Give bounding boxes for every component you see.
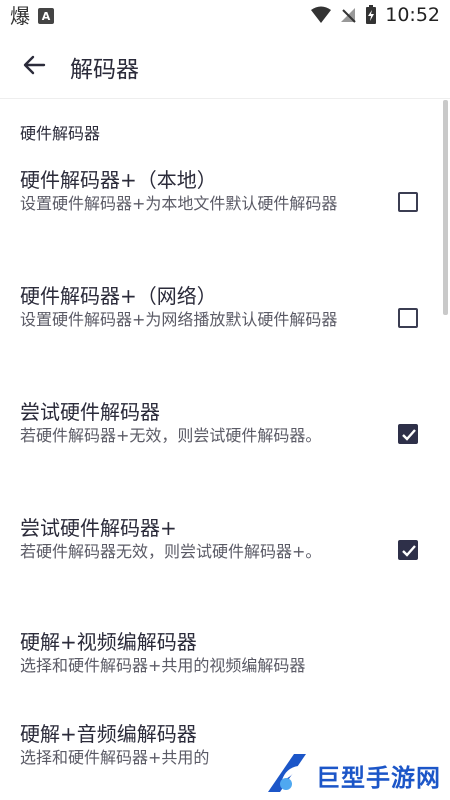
checkmark-icon	[402, 429, 416, 441]
checkbox-checked[interactable]	[398, 424, 418, 444]
a-notification-icon: A	[38, 8, 54, 24]
setting-title: 尝试硬件解码器	[20, 400, 160, 424]
checkbox-unchecked[interactable]	[398, 192, 418, 212]
setting-row-hw-plus-video-codecs[interactable]: 硬解+视频编解码器 选择和硬件解码器+共用的视频编解码器	[0, 622, 450, 692]
flame-notification-icon: 爆	[10, 4, 30, 28]
watermark-logo-icon	[268, 754, 306, 792]
setting-title: 硬件解码器+（网络）	[20, 284, 217, 308]
setting-row-hw-plus-network[interactable]: 硬件解码器+（网络） 设置硬件解码器+为网络播放默认硬件解码器	[0, 276, 450, 368]
setting-title: 硬件解码器+（本地）	[20, 168, 217, 192]
system-icons: 10:52	[311, 4, 440, 26]
checkmark-icon	[402, 545, 416, 557]
checkbox-checked[interactable]	[398, 540, 418, 560]
setting-title: 尝试硬件解码器+	[20, 516, 177, 540]
watermark-text: 巨型手游网	[316, 764, 441, 792]
setting-subtitle: 若硬件解码器+无效，则尝试硬件解码器。	[20, 426, 322, 445]
watermark: 巨型手游网	[260, 744, 450, 800]
setting-row-try-hw-plus[interactable]: 尝试硬件解码器+ 若硬件解码器无效，则尝试硬件解码器+。	[0, 508, 450, 600]
battery-charging-icon	[366, 5, 377, 24]
setting-row-try-hw-decoder[interactable]: 尝试硬件解码器 若硬件解码器+无效，则尝试硬件解码器。	[0, 392, 450, 484]
wifi-icon	[311, 6, 332, 23]
setting-title: 硬解+音频编解码器	[20, 722, 197, 746]
setting-subtitle: 若硬件解码器无效，则尝试硬件解码器+。	[20, 542, 322, 561]
no-signal-icon	[341, 8, 356, 23]
setting-title: 硬解+视频编解码器	[20, 630, 197, 654]
setting-subtitle: 设置硬件解码器+为网络播放默认硬件解码器	[20, 310, 338, 329]
status-bar: 爆 A 10:52	[0, 0, 450, 32]
checkbox-unchecked[interactable]	[398, 308, 418, 328]
notification-area: 爆 A	[10, 4, 54, 28]
back-arrow-icon[interactable]	[20, 51, 48, 79]
setting-row-hw-plus-local[interactable]: 硬件解码器+（本地） 设置硬件解码器+为本地文件默认硬件解码器	[0, 160, 450, 252]
section-header-hardware-decoder: 硬件解码器	[20, 124, 101, 143]
app-bar: 解码器	[0, 32, 450, 99]
setting-subtitle: 选择和硬件解码器+共用的视频编解码器	[20, 656, 306, 675]
clock: 10:52	[385, 4, 440, 26]
page-title: 解码器	[70, 57, 139, 83]
setting-subtitle: 设置硬件解码器+为本地文件默认硬件解码器	[20, 194, 338, 213]
